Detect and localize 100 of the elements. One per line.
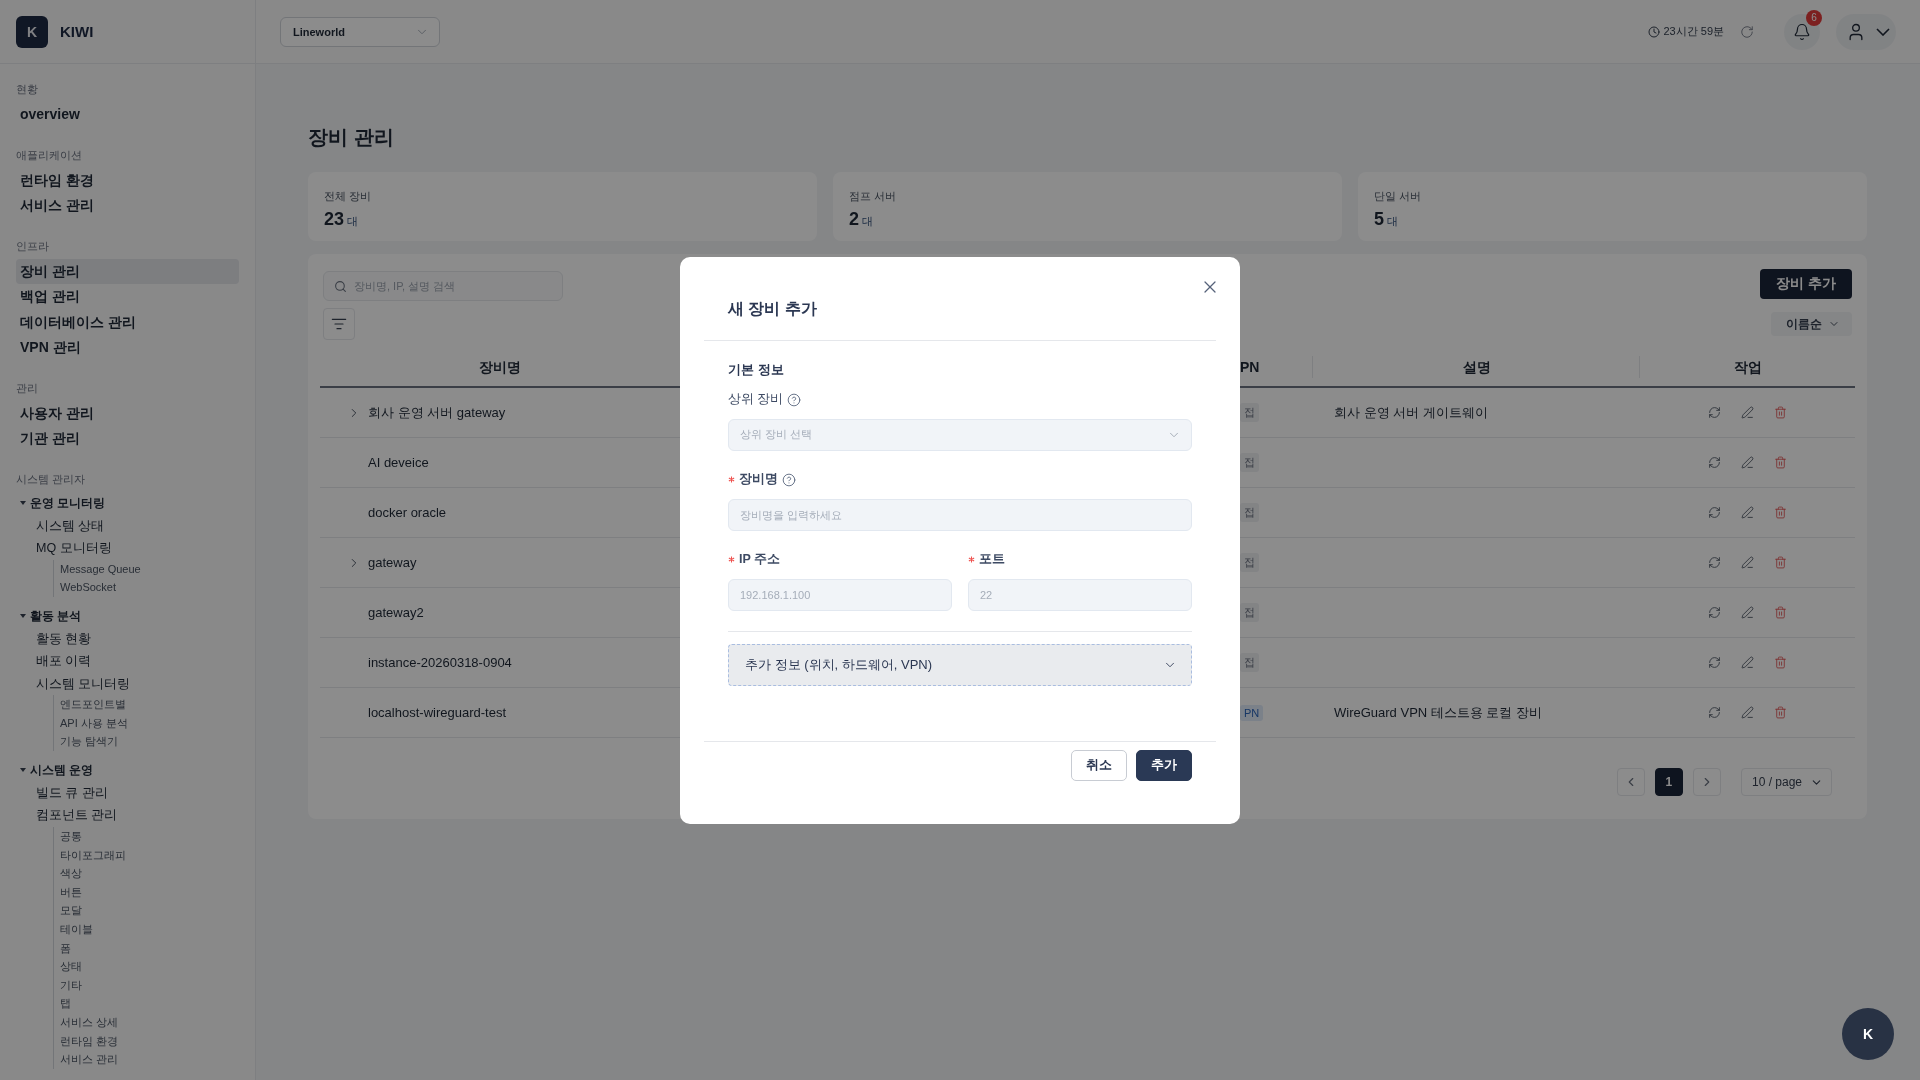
delete-button[interactable]: [1774, 656, 1787, 669]
refresh-button[interactable]: [1740, 24, 1754, 39]
edit-button[interactable]: [1741, 506, 1754, 519]
refresh-button[interactable]: [1708, 606, 1721, 619]
refresh-button[interactable]: [1708, 456, 1721, 469]
sidebar-item[interactable]: VPN 관리: [16, 335, 239, 361]
sidebar-item[interactable]: 서비스 상세: [54, 1012, 239, 1032]
sidebar-item[interactable]: 기능 탐색기: [54, 732, 239, 751]
sidebar-item[interactable]: 공통: [54, 826, 239, 846]
input-field[interactable]: 192.168.1.100: [728, 578, 952, 611]
input-field[interactable]: 22: [968, 578, 1192, 611]
notification-button[interactable]: 6: [1784, 13, 1820, 50]
edit-button[interactable]: [1741, 456, 1754, 469]
sidebar-item[interactable]: MQ 모니터링: [16, 537, 239, 560]
device-name: AI deveice: [368, 455, 429, 470]
stat-value: 5: [1374, 209, 1384, 230]
sidebar-item[interactable]: 탭: [54, 994, 239, 1013]
delete-button[interactable]: [1774, 606, 1787, 619]
section-title: 시스템 관리자: [16, 471, 87, 487]
sidebar-item[interactable]: 색상: [54, 864, 239, 883]
add-device-button[interactable]: 장비 추가: [1760, 269, 1852, 299]
edit-button[interactable]: [1741, 656, 1754, 669]
sidebar-item[interactable]: 타이포그래피: [54, 845, 239, 865]
workspace-select[interactable]: Lineworld: [280, 16, 440, 47]
sort-dropdown[interactable]: 이름순: [1771, 312, 1852, 336]
refresh-button[interactable]: [1708, 656, 1721, 669]
column-header: PN: [1240, 359, 1260, 375]
sidebar-item[interactable]: 운영 모니터링: [16, 491, 239, 515]
sidebar-item[interactable]: 기타: [54, 975, 239, 995]
sidebar-item[interactable]: 런타임 환경: [54, 1031, 239, 1051]
sidebar-item[interactable]: 서비스 관리: [16, 193, 239, 219]
sidebar-item[interactable]: Message Queue: [54, 559, 239, 579]
add-button[interactable]: 추가: [1136, 749, 1192, 781]
sidebar-item[interactable]: 장비 관리: [16, 258, 239, 284]
sidebar-item[interactable]: 모달: [54, 901, 239, 920]
page-size-select[interactable]: 10 / page: [1740, 768, 1832, 796]
sidebar-item[interactable]: 시스템 상태: [16, 514, 239, 537]
description-text: WireGuard VPN 테스트용 로컬 장비: [1333, 703, 1544, 722]
stat-unit: 대: [862, 214, 873, 229]
assistant-button[interactable]: K: [1842, 1008, 1894, 1060]
brand-name: KIWI: [60, 23, 94, 40]
sidebar-item[interactable]: 백업 관리: [16, 284, 239, 310]
sidebar-item[interactable]: WebSocket: [54, 578, 239, 597]
cancel-button[interactable]: 취소: [1071, 749, 1127, 781]
sidebar-item[interactable]: 배포 이력: [16, 650, 239, 673]
search-icon: [334, 280, 347, 293]
device-name: docker oracle: [368, 505, 447, 520]
sidebar-item[interactable]: 시스템 모니터링: [16, 672, 239, 696]
device-name: gateway: [368, 555, 417, 570]
input-field[interactable]: 장비명을 입력하세요: [728, 498, 1192, 531]
sidebar-item[interactable]: 폼: [54, 938, 239, 958]
column-header: 작업: [1733, 359, 1762, 375]
sidebar-item[interactable]: 서비스 관리: [54, 1050, 239, 1069]
field-label: 포트: [979, 551, 1005, 568]
connection-tag: 접: [1240, 453, 1259, 472]
sidebar-item[interactable]: 데이터베이스 관리: [16, 309, 239, 335]
delete-button[interactable]: [1774, 506, 1787, 519]
edit-button[interactable]: [1741, 556, 1754, 569]
delete-button[interactable]: [1774, 556, 1787, 569]
sidebar-item[interactable]: 버튼: [54, 882, 239, 902]
refresh-button[interactable]: [1708, 706, 1721, 719]
connection-tag: 접: [1240, 553, 1259, 572]
edit-button[interactable]: [1741, 706, 1754, 719]
sidebar-item[interactable]: 엔드포인트별: [54, 695, 239, 714]
filter-button[interactable]: [323, 308, 355, 340]
sidebar-item[interactable]: 활동 분석: [16, 604, 239, 628]
user-menu-button[interactable]: [1836, 13, 1896, 50]
session-timer: 23시간 59분: [1663, 24, 1724, 39]
help-icon[interactable]: [787, 392, 802, 407]
page-button[interactable]: 1: [1654, 768, 1683, 796]
collapse-panel[interactable]: 추가 정보 (위치, 하드웨어, VPN): [728, 643, 1192, 686]
edit-button[interactable]: [1741, 606, 1754, 619]
filter-icon: [331, 316, 347, 332]
stat-unit: 대: [347, 214, 359, 229]
refresh-button[interactable]: [1708, 506, 1721, 519]
sidebar-item[interactable]: 시스템 운영: [16, 758, 239, 782]
help-icon[interactable]: [782, 472, 796, 487]
stat-label: 전체 장비: [324, 189, 373, 204]
sidebar-item[interactable]: 테이블: [54, 919, 239, 939]
refresh-button[interactable]: [1708, 406, 1721, 419]
sidebar-item[interactable]: overview: [16, 102, 239, 128]
edit-button[interactable]: [1741, 406, 1754, 419]
sidebar-item[interactable]: 빌드 큐 관리: [16, 781, 239, 805]
device-name: gateway2: [368, 605, 424, 620]
caret-icon: [19, 499, 27, 507]
bell-icon: [1793, 22, 1811, 41]
sidebar-item[interactable]: 컴포넌트 관리: [16, 804, 239, 827]
delete-button[interactable]: [1774, 406, 1787, 419]
section-title: 관리: [16, 380, 39, 396]
sidebar-item[interactable]: 상태: [54, 957, 239, 976]
sidebar-item[interactable]: 런타임 환경: [16, 167, 239, 193]
sidebar-item[interactable]: 기관 관리: [16, 426, 239, 452]
connection-tag: PN: [1240, 704, 1264, 721]
delete-button[interactable]: [1774, 456, 1787, 469]
refresh-button[interactable]: [1708, 556, 1721, 569]
sidebar-item[interactable]: 활동 현황: [16, 627, 239, 651]
delete-button[interactable]: [1774, 706, 1787, 719]
field-label: 상위 장비: [728, 391, 784, 408]
sidebar-item[interactable]: API 사용 분석: [54, 713, 239, 733]
sidebar-item[interactable]: 사용자 관리: [16, 400, 239, 426]
